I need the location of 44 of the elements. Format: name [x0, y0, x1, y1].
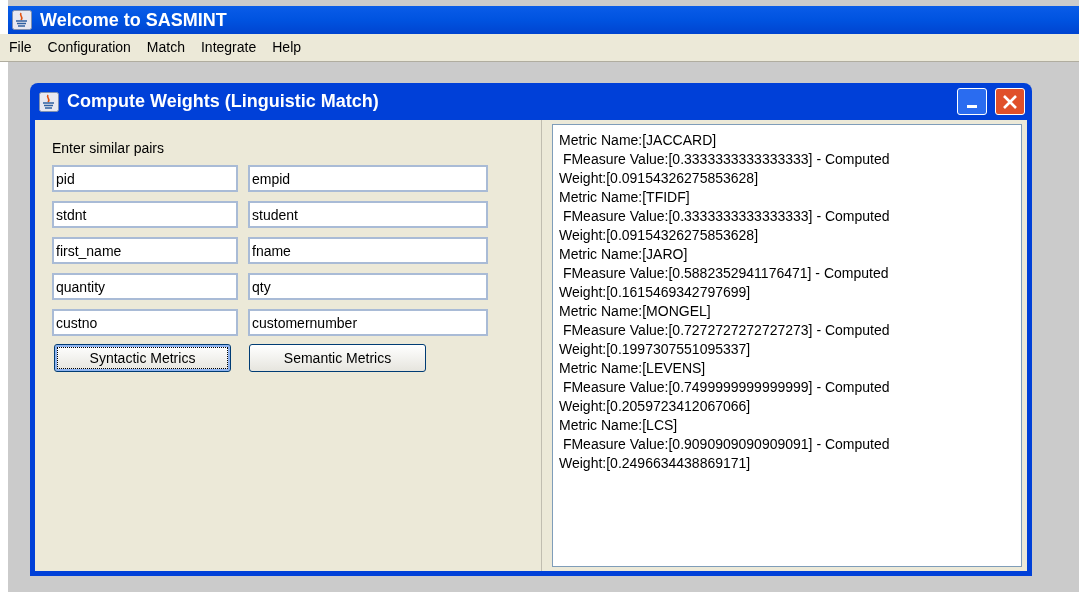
result-line: Weight:[0.09154326275853628] — [559, 169, 760, 188]
result-line: Metric Name:[JACCARD] — [559, 131, 718, 150]
menu-item[interactable]: Configuration — [44, 37, 134, 58]
result-line: Weight:[0.1615469342797699] — [559, 283, 752, 302]
input-field[interactable]: student — [248, 201, 488, 228]
close-button[interactable] — [995, 88, 1025, 115]
input-field[interactable]: first_name — [52, 237, 238, 264]
dialog-title: Compute Weights (Linguistic Match) — [67, 90, 380, 113]
menu-item[interactable]: Help — [269, 37, 305, 58]
result-line: FMeasure Value:[0.3333333333333333] - Computed — [561, 207, 891, 226]
result-line: Metric Name:[JARO] — [559, 245, 689, 264]
result-line: Weight:[0.09154326275853628] — [559, 226, 760, 245]
cup-icon — [39, 91, 59, 112]
menu-item[interactable]: File — [6, 37, 35, 58]
result-line: FMeasure Value:[0.7272727272727273] - Computed — [561, 321, 891, 340]
result-line: FMeasure Value:[0.3333333333333333] - Computed — [561, 150, 891, 169]
input-field[interactable]: quantity — [52, 273, 238, 300]
metrics-button[interactable]: Semantic Metrics — [249, 344, 426, 372]
cup-icon — [12, 10, 32, 30]
result-line: Metric Name:[LEVENS] — [559, 359, 707, 378]
result-line: Weight:[0.2496634438869171] — [559, 454, 752, 473]
result-line: FMeasure Value:[0.5882352941176471] - Computed — [561, 264, 890, 283]
result-line: Metric Name:[TFIDF] — [559, 188, 691, 207]
menu-item[interactable]: Match — [143, 37, 188, 58]
input-field[interactable]: stdnt — [52, 201, 238, 228]
result-line: Metric Name:[MONGEL] — [559, 302, 712, 321]
result-line: Weight:[0.2059723412067066] — [559, 397, 752, 416]
input-field[interactable]: qty — [248, 273, 488, 300]
metrics-button[interactable]: Syntactic Metrics — [54, 344, 231, 372]
minimize-button[interactable] — [957, 88, 987, 115]
input-field[interactable]: empid — [248, 165, 488, 192]
input-field[interactable]: custno — [52, 309, 238, 336]
menu-item[interactable]: Integrate — [197, 37, 260, 58]
result-line: FMeasure Value:[0.7499999999999999] - Computed — [561, 378, 891, 397]
input-field[interactable]: fname — [248, 237, 488, 264]
prompt-label: Enter similar pairs — [52, 139, 166, 158]
input-field[interactable]: customernumber — [248, 309, 488, 336]
close-icon — [1002, 93, 1018, 110]
window-title: Welcome to SASMINT — [40, 8, 227, 32]
result-line: FMeasure Value:[0.9090909090909091] - Computed — [561, 435, 891, 454]
input-field[interactable]: pid — [52, 165, 238, 192]
minimize-icon — [967, 105, 977, 108]
result-line: Metric Name:[LCS] — [559, 416, 679, 435]
result-line: Weight:[0.1997307551095337] — [559, 340, 752, 359]
